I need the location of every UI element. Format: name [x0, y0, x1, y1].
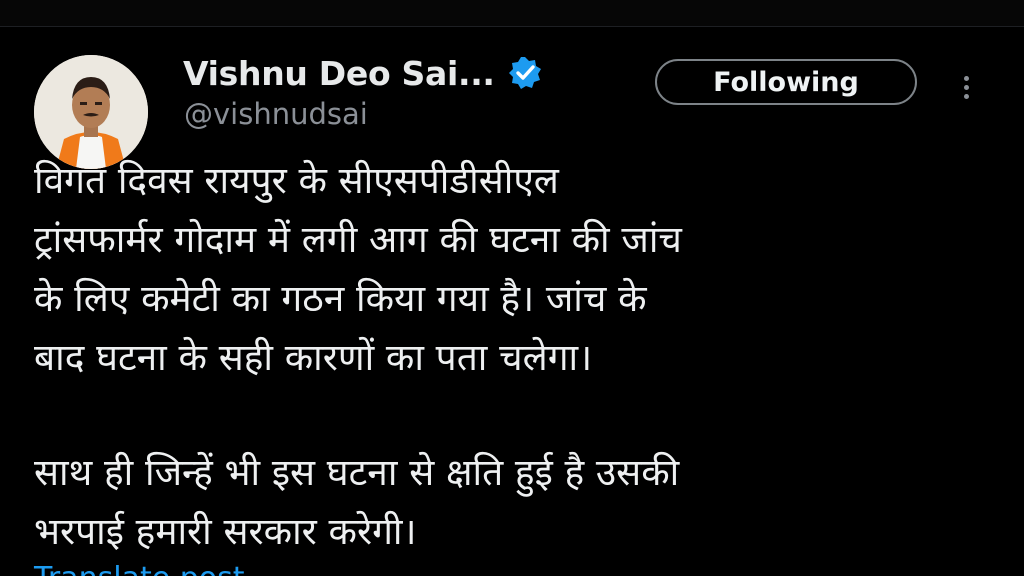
author-handle[interactable]: @vishnudsai	[184, 97, 368, 131]
author-name-row: Vishnu Deo Sai...	[183, 51, 543, 95]
tweet-card: Vishnu Deo Sai... @vishnudsai Following …	[0, 27, 1024, 576]
more-dot	[963, 75, 969, 81]
more-options-icon[interactable]	[952, 67, 980, 107]
tweet-paragraph-2: साथ ही जिन्हें भी इस घटना से क्षति हुई ह…	[34, 451, 680, 553]
author-name[interactable]: Vishnu Deo Sai...	[183, 54, 495, 93]
following-button[interactable]: Following	[655, 59, 917, 105]
tweet-paragraph-1: विगत दिवस रायपुर के सीएसपीडीसीएल ट्रांसफ…	[34, 159, 682, 379]
top-divider	[0, 0, 1024, 27]
more-dot	[963, 84, 969, 90]
verified-badge-icon	[507, 55, 543, 91]
translate-post-link[interactable]: Translate post	[34, 561, 245, 576]
more-dot	[963, 93, 969, 99]
tweet-text: विगत दिवस रायपुर के सीएसपीडीसीएल ट्रांसफ…	[34, 151, 994, 561]
